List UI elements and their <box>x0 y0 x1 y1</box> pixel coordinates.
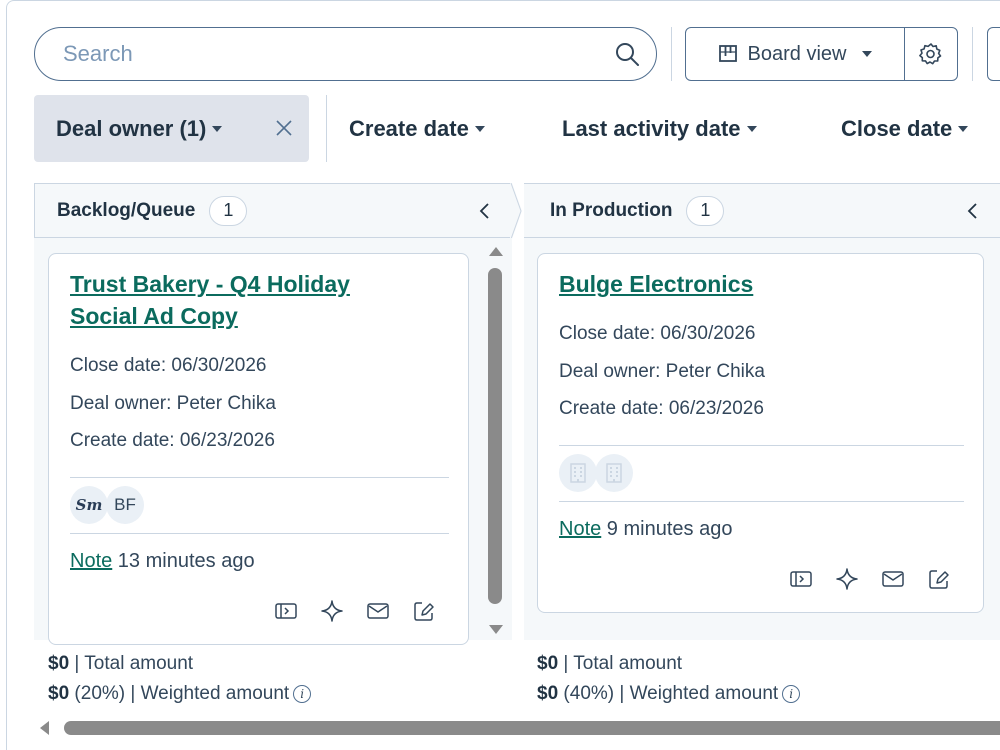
weighted-value: $0 <box>48 683 70 704</box>
sparkle-icon[interactable] <box>320 599 344 623</box>
filter-divider <box>326 95 327 162</box>
company-icon[interactable] <box>559 454 597 492</box>
note-link[interactable]: Note <box>559 518 601 540</box>
chevron-down-icon <box>958 125 969 132</box>
filter-close-date[interactable]: Close date <box>841 95 969 162</box>
column-total-amount: $0 | Total amount <box>48 653 193 675</box>
column-header-backlog: Backlog/Queue 1 <box>34 183 512 238</box>
filter-label: Last activity date <box>562 115 741 141</box>
toolbar-divider <box>972 27 973 81</box>
chevron-left-icon[interactable] <box>960 198 986 224</box>
note-time: 13 minutes ago <box>112 550 255 572</box>
column-name: In Production <box>550 199 673 221</box>
search-input[interactable] <box>63 41 612 67</box>
deal-title-link[interactable]: Bulge Electronics <box>559 268 753 300</box>
last-activity: Note 9 minutes ago <box>559 518 732 541</box>
total-value: $0 <box>48 653 70 674</box>
avatar[interactable]: BF <box>106 486 144 524</box>
board-view-button[interactable]: Board view <box>686 28 905 80</box>
column-header-in-production: In Production 1 <box>524 183 1000 238</box>
board-view-label: Board view <box>747 42 847 65</box>
column-weighted-amount: $0 (20%) | Weighted amount i <box>48 683 312 705</box>
deal-title-link[interactable]: Trust Bakery - Q4 Holiday Social Ad Copy <box>70 268 350 332</box>
weighted-label: (20%) | Weighted amount <box>69 683 290 704</box>
column-total-amount: $0 | Total amount <box>537 653 682 675</box>
gear-icon <box>919 43 942 65</box>
column-weighted-amount: $0 (40%) | Weighted amount i <box>537 683 801 705</box>
board-view-control: Board view <box>685 27 958 81</box>
chevron-down-icon <box>474 125 485 132</box>
toolbar-overflow-button[interactable] <box>987 27 1000 81</box>
company-icon[interactable] <box>595 454 633 492</box>
preview-icon[interactable] <box>274 599 298 623</box>
edit-note-icon[interactable] <box>927 567 951 591</box>
create-date: Create date: 06/23/2026 <box>559 398 764 419</box>
edit-note-icon[interactable] <box>412 599 436 623</box>
total-label: | Total amount <box>69 653 194 674</box>
deal-owner: Deal owner: Peter Chika <box>70 393 276 414</box>
board-horizontal-scrollbar[interactable] <box>34 716 1000 740</box>
scrollbar-thumb[interactable] <box>488 268 502 604</box>
sparkle-icon[interactable] <box>835 567 859 591</box>
scrollbar-thumb[interactable] <box>64 721 1000 735</box>
deal-title-line: Social Ad Copy <box>70 303 238 329</box>
email-icon[interactable] <box>366 599 390 623</box>
note-link[interactable]: Note <box>70 550 112 572</box>
close-icon[interactable] <box>269 113 299 143</box>
filter-last-activity-date[interactable]: Last activity date <box>562 95 757 162</box>
filter-label: Create date <box>349 115 469 141</box>
scroll-left-arrow[interactable] <box>40 721 49 735</box>
card-divider <box>559 445 964 446</box>
column-scrollbar[interactable] <box>484 238 508 640</box>
toolbar-divider <box>671 27 672 81</box>
deal-card[interactable]: Bulge Electronics Close date: 06/30/2026… <box>537 253 984 613</box>
note-time: 9 minutes ago <box>601 518 733 540</box>
deal-owner: Deal owner: Peter Chika <box>559 361 765 382</box>
chevron-down-icon <box>862 51 873 57</box>
info-icon[interactable]: i <box>782 684 801 703</box>
last-activity: Note 13 minutes ago <box>70 550 255 573</box>
column-count-badge: 1 <box>686 195 725 226</box>
total-value: $0 <box>537 653 559 674</box>
card-actions <box>274 599 436 623</box>
column-name: Backlog/Queue <box>57 199 196 221</box>
email-icon[interactable] <box>881 567 905 591</box>
weighted-label: (40%) | Weighted amount <box>558 683 779 704</box>
chevron-left-icon[interactable] <box>472 198 498 224</box>
weighted-value: $0 <box>537 683 559 704</box>
deal-card[interactable]: Trust Bakery - Q4 Holiday Social Ad Copy… <box>48 253 469 645</box>
column-arrow-divider <box>510 183 522 239</box>
search-icon[interactable] <box>612 39 642 69</box>
chevron-down-icon <box>212 125 223 132</box>
card-divider <box>559 501 964 502</box>
filter-deal-owner[interactable]: Deal owner (1) <box>34 95 309 162</box>
card-actions <box>789 567 951 591</box>
chevron-down-icon <box>746 125 757 132</box>
info-icon[interactable]: i <box>293 684 312 703</box>
board-icon <box>718 45 737 62</box>
preview-icon[interactable] <box>789 567 813 591</box>
search-box[interactable] <box>34 27 657 81</box>
filter-label: Deal owner (1) <box>56 115 207 141</box>
scroll-down-arrow[interactable] <box>489 625 503 634</box>
avatar[interactable]: Sm <box>70 486 108 524</box>
card-divider <box>70 533 449 534</box>
scroll-up-arrow[interactable] <box>489 247 503 256</box>
deal-title-line: Trust Bakery - Q4 Holiday <box>70 271 350 297</box>
total-label: | Total amount <box>558 653 683 674</box>
create-date: Create date: 06/23/2026 <box>70 430 275 451</box>
close-date: Close date: 06/30/2026 <box>70 355 267 376</box>
card-divider <box>70 477 449 478</box>
column-count-badge: 1 <box>209 195 248 226</box>
filter-label: Close date <box>841 115 953 141</box>
board-settings-button[interactable] <box>905 28 957 80</box>
close-date: Close date: 06/30/2026 <box>559 323 756 344</box>
filter-create-date[interactable]: Create date <box>349 95 485 162</box>
